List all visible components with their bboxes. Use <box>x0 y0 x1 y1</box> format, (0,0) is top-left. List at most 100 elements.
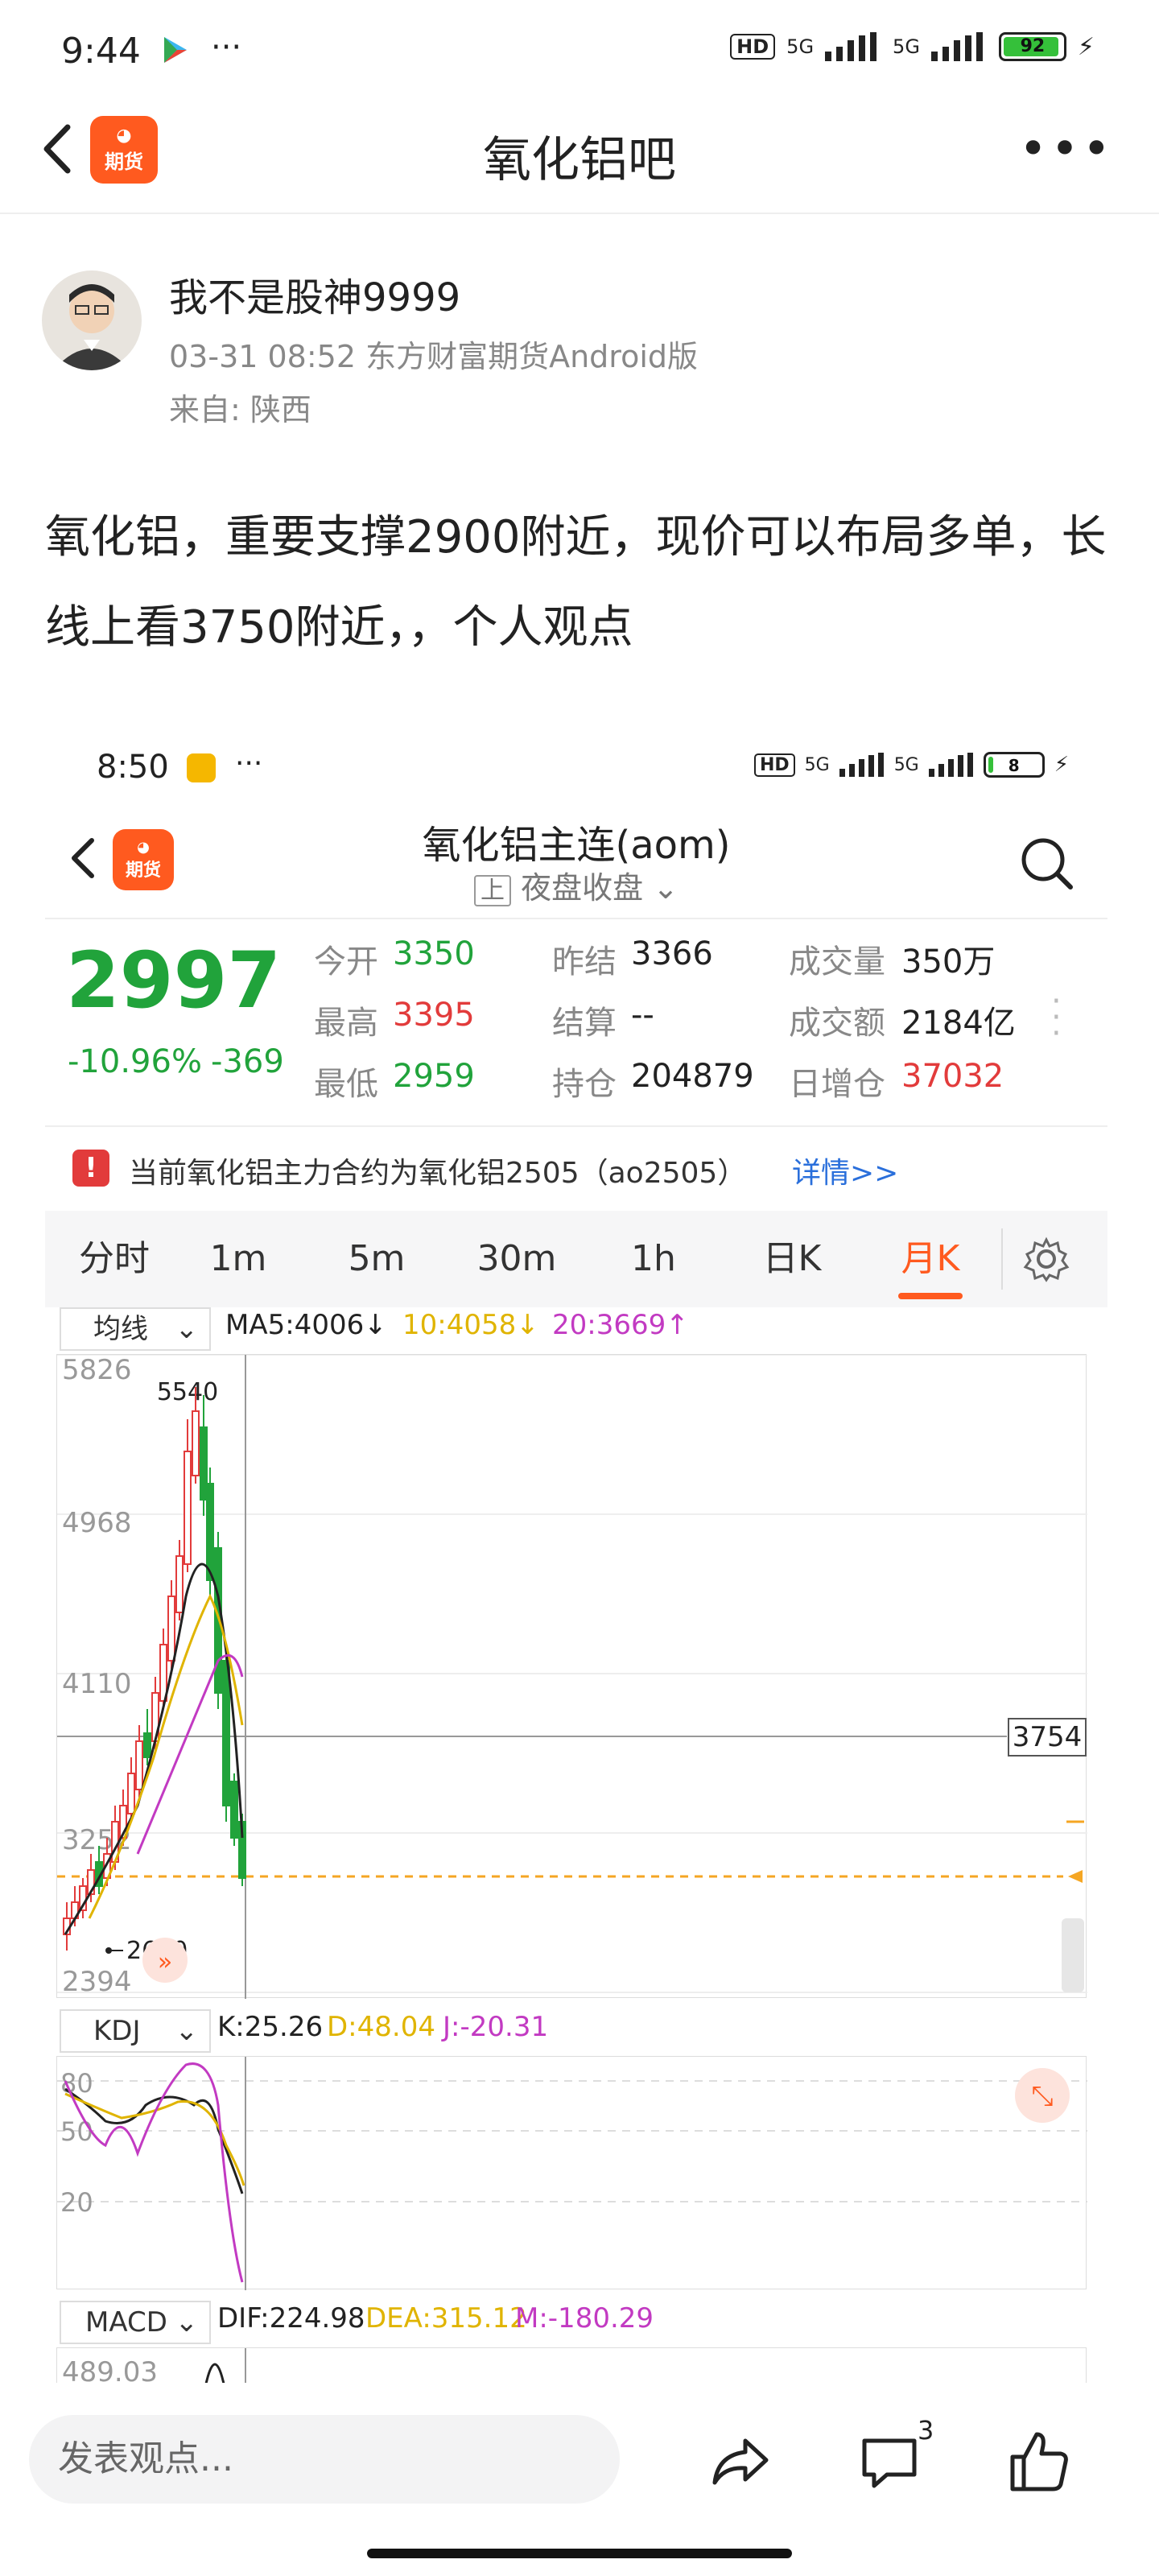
quote-label: 今开 <box>314 943 378 980</box>
candle-body <box>143 1732 151 1758</box>
more-icon[interactable]: ••• <box>1019 125 1114 173</box>
post-meta: 03-31 08:52 东方财富期货Android版 <box>169 339 699 374</box>
macd-m: M:-180.29 <box>515 2302 654 2334</box>
candle-body <box>230 1781 238 1839</box>
kdj-svg: 805020⤡ <box>57 2057 1087 2290</box>
chevron-down-icon: ⌄ <box>175 2306 199 2339</box>
signal-bars-icon-2 <box>930 32 983 61</box>
chevron-down-icon: ⌄ <box>175 1313 199 1345</box>
double-chevron-icon: » <box>158 1948 172 1976</box>
candle-body <box>192 1410 200 1476</box>
share-icon[interactable] <box>708 2429 773 2494</box>
vertical-more-icon[interactable]: · · · <box>1051 985 1062 1050</box>
quote-label: 结算 <box>552 1005 617 1042</box>
settings-gear-icon[interactable] <box>1022 1235 1070 1283</box>
kdj-selector[interactable]: KDJ ⌄ <box>60 2009 211 2053</box>
quote-label: 成交额 <box>789 1005 885 1042</box>
charging-icon: ⚡ <box>1077 32 1095 61</box>
kline-chart[interactable]: 58264968411032522394375455402680» <box>56 1354 1087 1999</box>
shot-charging-icon: ⚡ <box>1054 753 1069 777</box>
ma10-value: 10:4058↓ <box>402 1309 539 1341</box>
quote-value: 3395 <box>393 997 475 1034</box>
tab-5[interactable]: 日K <box>736 1211 848 1307</box>
kdj-d: D:48.04 <box>327 2011 435 2043</box>
kdj-axis-label: 50 <box>60 2116 93 2147</box>
hd-icon: HD <box>730 34 776 60</box>
candle-body <box>200 1426 208 1501</box>
expand-icon: ⤡ <box>1031 2080 1053 2112</box>
avatar[interactable] <box>42 270 142 370</box>
session-badge: 上 <box>473 875 511 906</box>
tab-0[interactable]: 分时 <box>58 1211 171 1307</box>
shot-battery-icon: 8 <box>983 752 1045 778</box>
quote-label: 成交量 <box>789 943 885 980</box>
home-indicator <box>367 2549 792 2558</box>
status-bar: 9:44 ··· HD 5G 5G 92 ⚡ <box>0 0 1159 105</box>
candle-body <box>206 1483 214 1581</box>
candle-body <box>127 1773 135 1814</box>
session-label: 夜盘收盘 <box>521 870 644 906</box>
notice-details-link[interactable]: 详情>> <box>792 1150 898 1191</box>
comment-input[interactable]: 发表观点... <box>29 2415 620 2504</box>
tab-2[interactable]: 5m <box>320 1211 433 1307</box>
shot-signal-bars-icon-1 <box>839 753 884 777</box>
quote-value: 3350 <box>393 935 475 972</box>
kline-axis-label: 2394 <box>62 1966 132 1998</box>
embedded-screenshot[interactable]: 8:50 ··· HD 5G 5G 8 ⚡ ◕ 期货 氧化铝主连(aom) 上 夜… <box>45 724 1107 2391</box>
shot-signal-bars-icon-2 <box>928 753 973 777</box>
more-notifications-icon: ··· <box>211 29 242 66</box>
kdj-j: J:-20.31 <box>443 2011 549 2043</box>
status-icons: HD 5G 5G 92 ⚡ <box>730 32 1095 61</box>
side-drawer-handle <box>1062 1918 1084 1992</box>
kdj-axis-label: 20 <box>60 2187 93 2218</box>
page-title: 氧化铝吧 <box>483 132 676 188</box>
macd-dea: DEA:315.12 <box>365 2302 527 2334</box>
author-name[interactable]: 我不是股神9999 <box>169 266 460 322</box>
contract-title: 氧化铝主连(aom) <box>422 823 731 868</box>
period-tabs: 分时 1m 5m 30m 1h 日K 月K <box>45 1211 1107 1307</box>
candle-body <box>222 1660 230 1806</box>
last-price: 2997 <box>66 935 282 1026</box>
ma5-value: MA5:4006↓ <box>225 1309 387 1341</box>
comment-icon[interactable] <box>858 2431 922 2496</box>
indicator-selector[interactable]: 均线 ⌄ <box>60 1307 211 1351</box>
ma20-value: 20:3669↑ <box>552 1309 689 1341</box>
kline-axis-label: 4968 <box>62 1507 132 1539</box>
macd-selector[interactable]: MACD ⌄ <box>60 2301 211 2344</box>
signal-5g-icon-1: 5G <box>786 35 815 58</box>
comment-count: 3 <box>918 2415 934 2446</box>
tab-3[interactable]: 30m <box>460 1211 573 1307</box>
shot-signal-5g-icon-2: 5G <box>893 754 919 775</box>
change-amount: -369 <box>211 1043 284 1080</box>
chevron-down-icon: ⌄ <box>175 2015 199 2047</box>
tab-1[interactable]: 1m <box>182 1211 295 1307</box>
search-icon[interactable] <box>1017 834 1075 892</box>
candle-body <box>184 1451 192 1565</box>
kdj-chart[interactable]: 80 50 20 ⤡ <box>56 2056 1087 2290</box>
quote-value: 3366 <box>631 935 713 972</box>
shot-status-time: 8:50 <box>97 749 169 786</box>
quote-label: 最低 <box>314 1066 378 1103</box>
signal-5g-icon-2: 5G <box>893 35 920 58</box>
last-price-marker <box>1068 1870 1083 1883</box>
like-icon[interactable] <box>1004 2428 1072 2496</box>
kline-axis-label: 4110 <box>62 1668 132 1700</box>
alert-icon: ! <box>72 1150 109 1187</box>
change-pct: -10.96% <box>68 1043 202 1080</box>
shot-hd-icon: HD <box>753 753 795 777</box>
crosshair-price-label: 3754 <box>1013 1721 1083 1753</box>
quote-value: 2184亿 <box>901 1005 1016 1042</box>
high-label: 5540 <box>157 1378 218 1406</box>
quote-value: 37032 <box>901 1058 1004 1095</box>
quote-label: 日增仓 <box>789 1066 885 1103</box>
candle-body <box>135 1740 143 1790</box>
session-status[interactable]: 上 夜盘收盘 ⌄ <box>45 863 1107 907</box>
quote-value: 350万 <box>901 943 996 980</box>
chevron-down-icon: ⌄ <box>653 870 679 906</box>
notification-icon <box>187 753 216 782</box>
tab-4[interactable]: 1h <box>597 1211 710 1307</box>
shot-status-icons: HD 5G 5G 8 ⚡ <box>753 752 1069 778</box>
post-body: 氧化铝，重要支撑2900附近，现价可以布局多单，长线上看3750附近，，个人观点 <box>45 511 1107 654</box>
status-time: 9:44 <box>61 31 141 72</box>
shot-signal-5g-icon-1: 5G <box>804 754 830 775</box>
